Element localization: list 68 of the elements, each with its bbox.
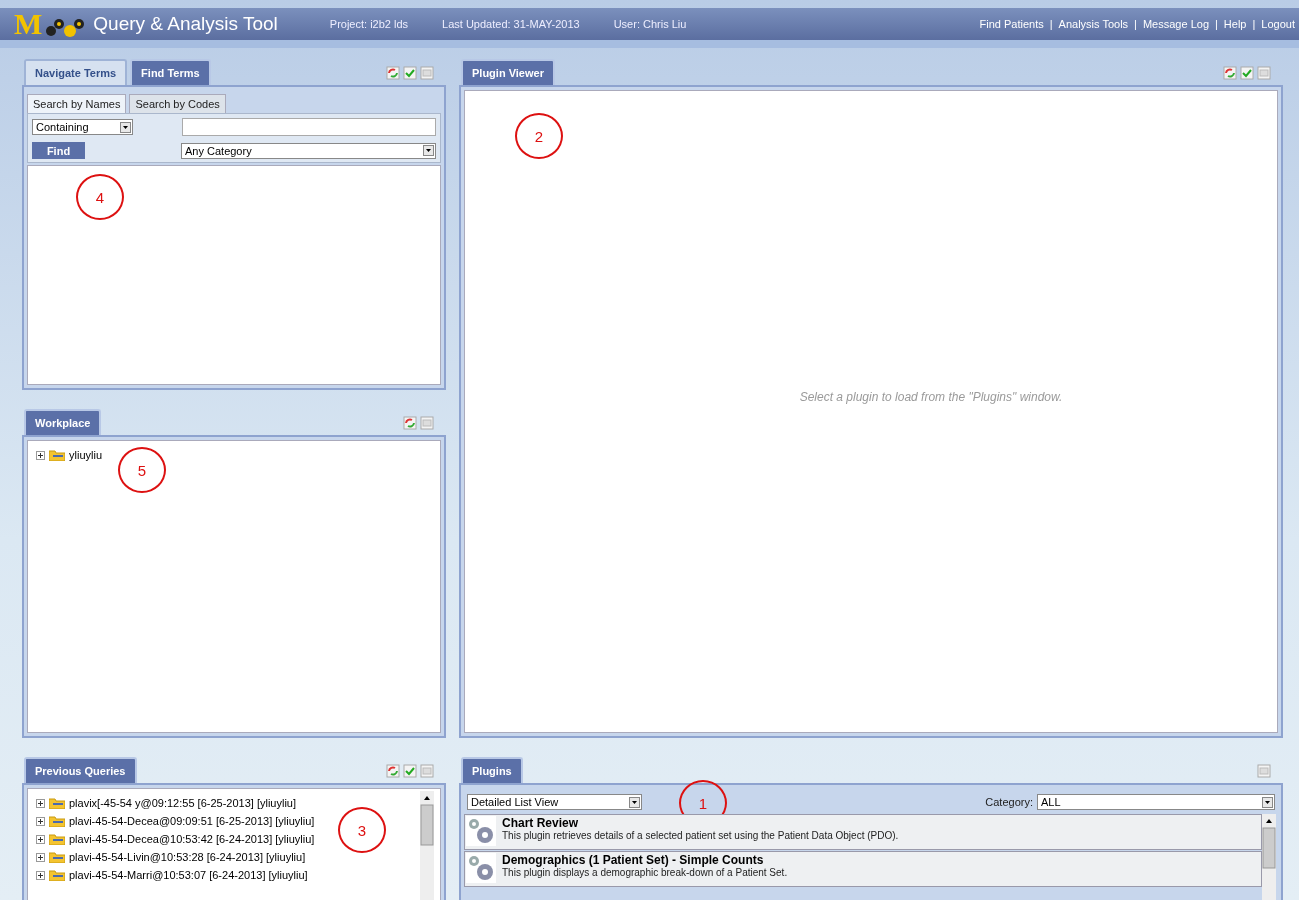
user-label: User: Chris Liu [613, 18, 687, 30]
gear-icon [466, 816, 496, 846]
find-button[interactable]: Find [32, 142, 85, 159]
nav-link[interactable]: Help [1223, 18, 1247, 30]
search-tab[interactable]: Search by Names [27, 94, 127, 113]
nav-separator: | [1134, 18, 1137, 30]
panel-tab[interactable]: Navigate Terms [24, 59, 128, 85]
nav-separator: | [1049, 18, 1053, 30]
annotation-circle: 4 [76, 174, 124, 220]
folder-icon [49, 833, 65, 845]
expand-icon[interactable] [36, 870, 45, 880]
empty-message: Select a plugin to load from the "Plugins" window. [799, 389, 1063, 404]
logo-letter: M [14, 10, 42, 38]
check-icon[interactable] [1240, 66, 1254, 80]
query-item[interactable]: plavix[-45-54 y@09:12:55 [6-25-2013] [yliuyliu] [69, 797, 296, 809]
gear-icon [466, 853, 496, 883]
refresh-icon[interactable] [403, 416, 417, 430]
folder-icon [49, 797, 65, 809]
refresh-icon[interactable] [1223, 66, 1237, 80]
nav-link[interactable]: Logout [1261, 18, 1295, 30]
refresh-icon[interactable] [386, 66, 400, 80]
category-label: Category: [985, 796, 1033, 808]
dropdown[interactable]: ALL [1037, 794, 1275, 810]
plugin-description: This plugin displays a demographic break-down of a Patient Set. [502, 867, 788, 878]
check-icon[interactable] [403, 764, 417, 778]
query-item[interactable]: plavi-45-54-Marri@10:53:07 [6-24-2013] [yliuyliu] [69, 869, 308, 881]
project-label: Project: i2b2 lds [329, 18, 409, 30]
plugin-title: Chart Review [502, 816, 580, 830]
last-updated-label: Last Updated: 31-MAY-2013 [442, 18, 580, 30]
plugin-title: Demographics (1 Patient Set) - Simple Counts [502, 853, 765, 867]
nav-link[interactable]: Find Patients [979, 18, 1044, 30]
logo-icon [45, 16, 86, 38]
panel-tab[interactable]: Find Terms [130, 59, 211, 85]
nav-link[interactable]: Analysis Tools [1058, 18, 1129, 30]
tree-item[interactable]: yliuyliu [69, 449, 102, 461]
search-tab[interactable]: Search by Codes [129, 94, 226, 113]
dropdown[interactable]: Any Category [181, 142, 436, 159]
folder-icon [49, 449, 65, 461]
expand-icon[interactable] [36, 450, 45, 460]
annotation-circle: 2 [515, 113, 563, 159]
refresh-icon[interactable] [386, 764, 400, 778]
query-item[interactable]: plavi-45-54-Decea@09:09:51 [6-25-2013] [yliuyliu] [69, 815, 315, 827]
expand-icon[interactable] [36, 834, 45, 844]
expand-icon[interactable] [36, 816, 45, 826]
annotation-circle: 3 [338, 807, 386, 853]
query-item[interactable]: plavi-45-54-Livin@10:53:28 [6-24-2013] [yliuyliu] [69, 851, 306, 863]
folder-icon [49, 851, 65, 863]
panel-tab[interactable]: Workplace [24, 409, 102, 435]
search-field[interactable] [182, 118, 436, 136]
panel-tab[interactable]: Previous Queries [24, 757, 137, 783]
plugin-description: This plugin retrieves details of a selected patient set using the Patient Data Object (PDO). [502, 830, 899, 841]
dropdown[interactable]: Containing [32, 119, 133, 135]
expand-icon[interactable] [36, 852, 45, 862]
panel-tab[interactable]: Plugins [461, 757, 523, 783]
folder-icon [49, 869, 65, 881]
plugin-item[interactable]: Chart Review This plugin retrieves details of a selected patient set using the Patient Data Object (PDO). [464, 814, 1262, 850]
nav-separator: | [1252, 18, 1256, 30]
query-item[interactable]: plavi-45-54-Decea@10:53:42 [6-24-2013] [yliuyliu] [69, 833, 315, 845]
panel-tab[interactable]: Plugin Viewer [461, 59, 555, 85]
plugin-item[interactable]: Demographics (1 Patient Set) - Simple Counts This plugin displays a demographic break-down of a Patient Set. [464, 851, 1262, 887]
nav-separator: | [1215, 18, 1218, 30]
nav-link[interactable]: Message Log [1142, 18, 1209, 30]
annotation-circle: 5 [118, 447, 166, 493]
expand-icon[interactable] [36, 798, 45, 808]
dropdown[interactable]: Detailed List View [467, 794, 642, 810]
check-icon[interactable] [403, 66, 417, 80]
folder-icon [49, 815, 65, 827]
app-title: Query & Analysis Tool [93, 13, 278, 35]
